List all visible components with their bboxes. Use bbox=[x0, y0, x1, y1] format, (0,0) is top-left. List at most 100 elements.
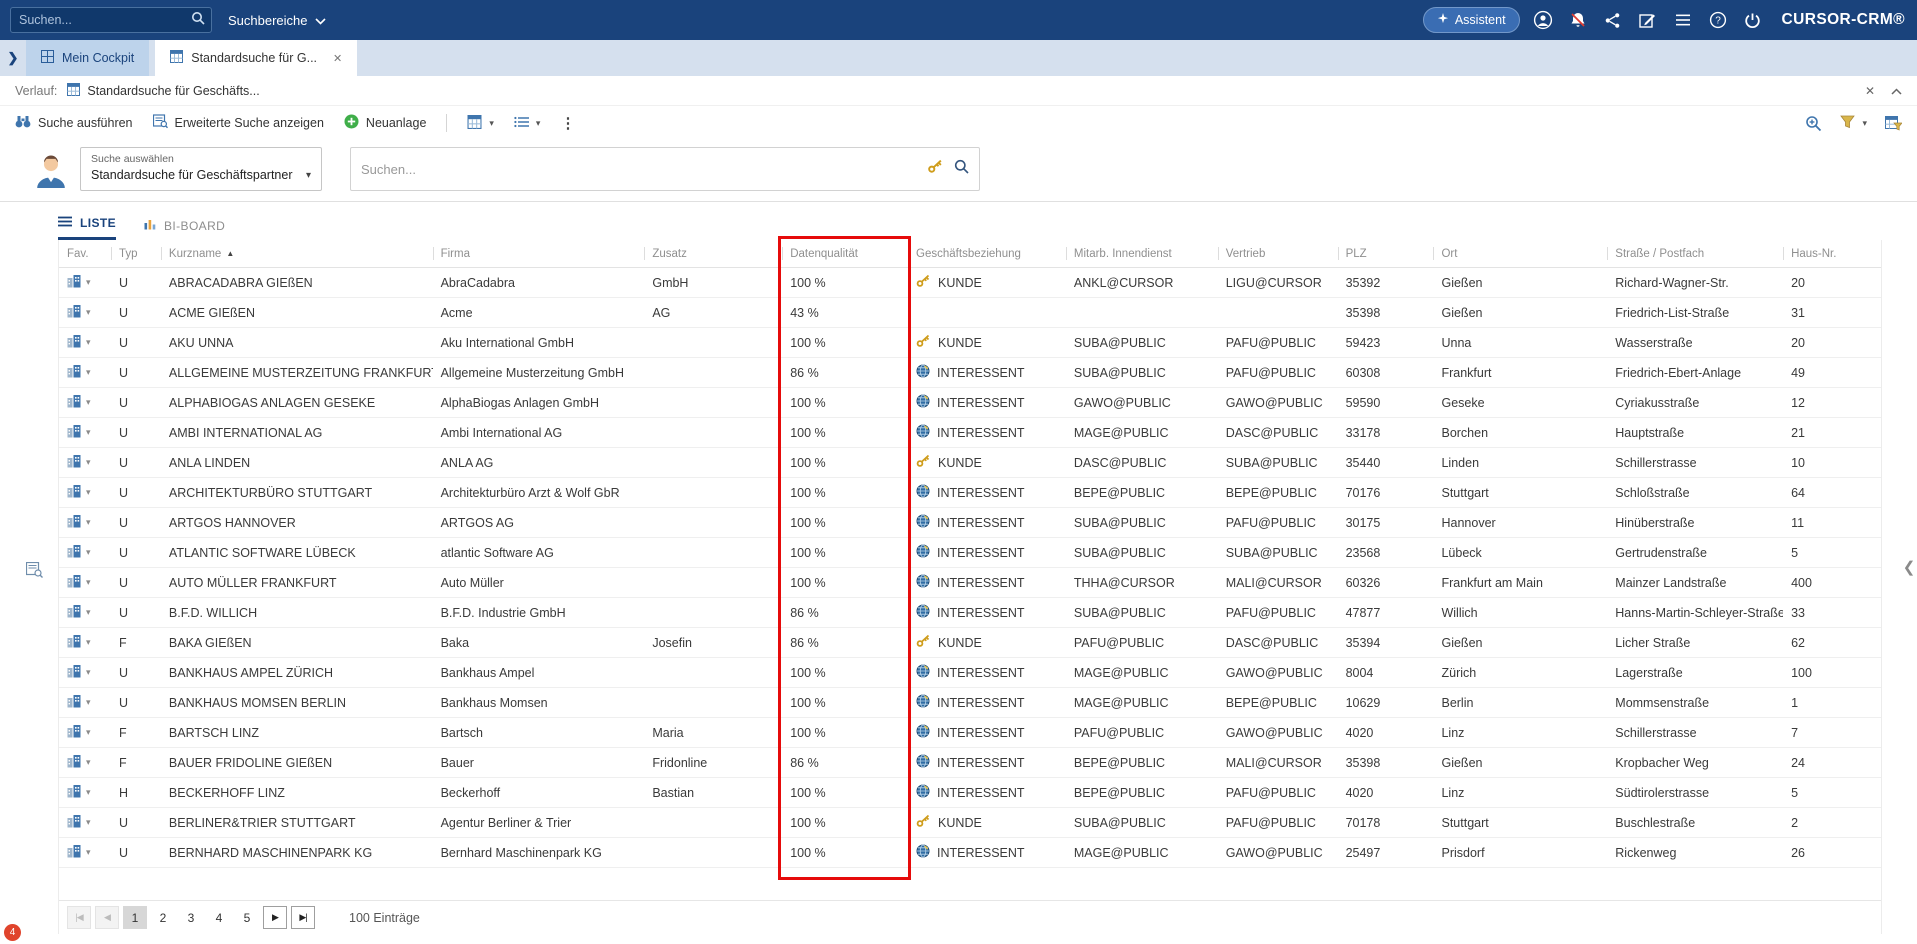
column-header-7[interactable]: Mitarb. Innendienst bbox=[1065, 240, 1218, 267]
row-actions-dropdown-icon[interactable]: ▾ bbox=[86, 817, 91, 828]
main-search-field[interactable] bbox=[350, 147, 980, 191]
column-header-9[interactable]: PLZ bbox=[1337, 240, 1434, 267]
column-header-1[interactable]: Typ bbox=[110, 240, 161, 267]
column-header-11[interactable]: Straße / Postfach bbox=[1607, 240, 1783, 267]
row-actions-dropdown-icon[interactable]: ▾ bbox=[86, 547, 91, 558]
notification-count-badge[interactable]: 4 bbox=[4, 924, 21, 941]
table-row[interactable]: ▾ F BAUER FRIDOLINE GIEßEN Bauer Fridonline 8… bbox=[59, 748, 1881, 778]
column-header-5[interactable]: Datenqualität bbox=[782, 240, 908, 267]
help-icon[interactable]: ? bbox=[1706, 8, 1730, 32]
create-record-button[interactable]: Neuanlage bbox=[344, 114, 426, 132]
page-button-1[interactable]: 1 bbox=[123, 906, 147, 929]
column-header-6[interactable]: Geschäftsbeziehung bbox=[908, 240, 1066, 267]
tab-standardsuche[interactable]: Standardsuche für G... ✕ bbox=[155, 40, 358, 76]
tabs-overflow-arrow-icon[interactable]: ❯ bbox=[0, 40, 26, 76]
advanced-search-button[interactable]: Erweiterte Suche anzeigen bbox=[152, 114, 324, 132]
collapse-side-panel-icon[interactable]: ❮ bbox=[1902, 558, 1916, 576]
page-button-3[interactable]: 3 bbox=[179, 906, 203, 929]
previous-page-icon[interactable]: ◀ bbox=[95, 906, 119, 929]
table-filter-icon[interactable] bbox=[1885, 115, 1902, 131]
last-page-icon[interactable]: ▶| bbox=[291, 906, 315, 929]
table-row[interactable]: ▾ U ABRACADABRA GIEßEN AbraCadabra GmbH 100 %… bbox=[59, 268, 1881, 298]
row-actions-dropdown-icon[interactable]: ▾ bbox=[86, 577, 91, 588]
row-actions-dropdown-icon[interactable]: ▾ bbox=[86, 367, 91, 378]
search-icon[interactable] bbox=[191, 11, 205, 30]
row-actions-dropdown-icon[interactable]: ▾ bbox=[86, 727, 91, 738]
table-row[interactable]: ▾ U ATLANTIC SOFTWARE LÜBECK atlantic Softw… bbox=[59, 538, 1881, 568]
table-row[interactable]: ▾ U BERLINER&TRIER STUTTGART Agentur Berlin… bbox=[59, 808, 1881, 838]
column-header-8[interactable]: Vertrieb bbox=[1217, 240, 1338, 267]
table-row[interactable]: ▾ U BANKHAUS MOMSEN BERLIN Bankhaus Momsen 1… bbox=[59, 688, 1881, 718]
tab-liste[interactable]: LISTE bbox=[58, 216, 117, 240]
collapse-up-icon[interactable] bbox=[1891, 82, 1902, 100]
column-header-4[interactable]: Zusatz bbox=[644, 240, 782, 267]
table-row[interactable]: ▾ U BANKHAUS AMPEL ZÜRICH Bankhaus Ampel 100… bbox=[59, 658, 1881, 688]
close-panel-icon[interactable]: ✕ bbox=[1865, 84, 1875, 98]
global-search[interactable] bbox=[10, 7, 212, 33]
table-row[interactable]: ▾ F BARTSCH LINZ Bartsch Maria 100 % INTERESSE… bbox=[59, 718, 1881, 748]
search-scope-dropdown[interactable]: Suchbereiche bbox=[228, 13, 326, 28]
table-row[interactable]: ▾ U ARCHITEKTURBÜRO STUTTGART Architekturbü… bbox=[59, 478, 1881, 508]
notifications-muted-icon[interactable] bbox=[1566, 8, 1590, 32]
main-search-input[interactable] bbox=[361, 161, 917, 177]
row-actions-dropdown-icon[interactable]: ▾ bbox=[86, 607, 91, 618]
column-header-12[interactable]: Haus-Nr. bbox=[1783, 240, 1881, 267]
row-actions-dropdown-icon[interactable]: ▾ bbox=[86, 277, 91, 288]
table-row[interactable]: ▾ U AKU UNNA Aku International GmbH 100 % KUN… bbox=[59, 328, 1881, 358]
page-button-2[interactable]: 2 bbox=[151, 906, 175, 929]
table-row[interactable]: ▾ U ACME GIEßEN Acme AG 43 % 35398 Gießen Friedr… bbox=[59, 298, 1881, 328]
row-actions-dropdown-icon[interactable]: ▾ bbox=[86, 847, 91, 858]
column-header-3[interactable]: Firma bbox=[432, 240, 645, 267]
compose-icon[interactable] bbox=[1636, 8, 1660, 32]
history-item[interactable]: Standardsuche für Geschäfts... bbox=[67, 82, 260, 99]
row-actions-dropdown-icon[interactable]: ▾ bbox=[86, 337, 91, 348]
table-row[interactable]: ▾ U B.F.D. WILLICH B.F.D. Industrie GmbH 86 … bbox=[59, 598, 1881, 628]
row-actions-dropdown-icon[interactable]: ▾ bbox=[86, 787, 91, 798]
tab-mein-cockpit[interactable]: Mein Cockpit bbox=[26, 40, 150, 76]
key-icon[interactable] bbox=[927, 159, 944, 179]
menu-rows-icon[interactable] bbox=[1671, 8, 1695, 32]
table-row[interactable]: ▾ U ARTGOS HANNOVER ARTGOS AG 100 % INTERESSE… bbox=[59, 508, 1881, 538]
table-row[interactable]: ▾ H BECKERHOFF LINZ Beckerhoff Bastian 100 % I… bbox=[59, 778, 1881, 808]
share-icon[interactable] bbox=[1601, 8, 1625, 32]
row-actions-dropdown-icon[interactable]: ▾ bbox=[86, 427, 91, 438]
search-select-combo[interactable]: Suche auswählen Standardsuche für Geschä… bbox=[80, 147, 322, 191]
column-header-0[interactable]: Fav. bbox=[59, 240, 111, 267]
table-view-dropdown[interactable]: ▾ bbox=[467, 114, 494, 132]
logout-power-icon[interactable] bbox=[1741, 8, 1765, 32]
table-row[interactable]: ▾ F BAKA GIEßEN Baka Josefin 86 % KUNDE PAFU@PU… bbox=[59, 628, 1881, 658]
row-actions-dropdown-icon[interactable]: ▾ bbox=[86, 757, 91, 768]
page-button-4[interactable]: 4 bbox=[207, 906, 231, 929]
next-page-icon[interactable]: ▶ bbox=[263, 906, 287, 929]
row-actions-dropdown-icon[interactable]: ▾ bbox=[86, 487, 91, 498]
table-row[interactable]: ▾ U ALPHABIOGAS ANLAGEN GESEKE AlphaBiogas … bbox=[59, 388, 1881, 418]
row-actions-dropdown-icon[interactable]: ▾ bbox=[86, 457, 91, 468]
table-row[interactable]: ▾ U AMBI INTERNATIONAL AG Ambi Internationa… bbox=[59, 418, 1881, 448]
row-actions-dropdown-icon[interactable]: ▾ bbox=[86, 637, 91, 648]
table-row[interactable]: ▾ U ANLA LINDEN ANLA AG 100 % KUNDE DASC@PUBLI… bbox=[59, 448, 1881, 478]
assistant-button[interactable]: Assistent bbox=[1422, 7, 1520, 33]
row-actions-dropdown-icon[interactable]: ▾ bbox=[86, 307, 91, 318]
row-actions-dropdown-icon[interactable]: ▾ bbox=[86, 397, 91, 408]
first-page-icon[interactable]: |◀ bbox=[67, 906, 91, 929]
zoom-search-icon[interactable] bbox=[1805, 115, 1822, 132]
row-actions-dropdown-icon[interactable]: ▾ bbox=[86, 697, 91, 708]
column-header-10[interactable]: Ort bbox=[1433, 240, 1607, 267]
table-row[interactable]: ▾ U ALLGEMEINE MUSTERZEITUNG FRANKFURT Allg… bbox=[59, 358, 1881, 388]
table-row[interactable]: ▾ U BERNHARD MASCHINENPARK KG Bernhard Masc… bbox=[59, 838, 1881, 868]
close-icon[interactable]: ✕ bbox=[333, 52, 342, 65]
row-actions-dropdown-icon[interactable]: ▾ bbox=[86, 517, 91, 528]
global-search-input[interactable] bbox=[11, 13, 191, 27]
row-actions-dropdown-icon[interactable]: ▾ bbox=[86, 667, 91, 678]
column-header-2[interactable]: Kurzname ▲ bbox=[160, 240, 433, 267]
list-view-dropdown[interactable]: ▾ bbox=[514, 116, 540, 131]
filter-dropdown[interactable]: ▾ bbox=[1840, 115, 1867, 132]
sidebar-search-note-icon[interactable] bbox=[25, 561, 43, 584]
table-row[interactable]: ▾ U AUTO MÜLLER FRANKFURT Auto Müller 100 % I… bbox=[59, 568, 1881, 598]
run-search-button[interactable]: Suche ausführen bbox=[15, 115, 133, 131]
page-button-5[interactable]: 5 bbox=[235, 906, 259, 929]
more-options-kebab-icon[interactable]: ⋮ bbox=[560, 114, 575, 132]
user-account-icon[interactable] bbox=[1531, 8, 1555, 32]
search-submit-icon[interactable] bbox=[954, 159, 969, 179]
tab-bi-board[interactable]: BI-BOARD bbox=[144, 218, 225, 240]
